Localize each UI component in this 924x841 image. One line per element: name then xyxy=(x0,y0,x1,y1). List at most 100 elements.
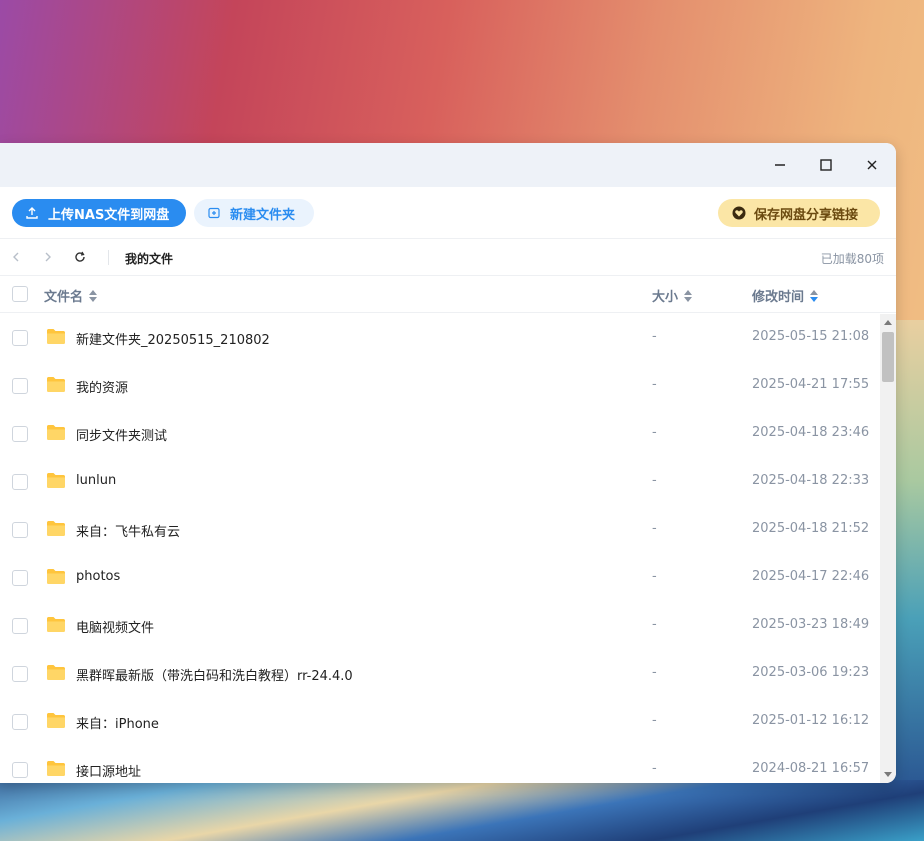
file-modified: 2025-03-23 18:49 xyxy=(752,617,870,632)
column-size-label: 大小 xyxy=(652,290,679,305)
file-row[interactable]: 我的资源 - 2025-04-21 17:55 xyxy=(0,362,880,410)
file-modified: 2025-04-21 17:55 xyxy=(752,377,870,392)
column-modified-label: 修改时间 xyxy=(752,290,805,305)
file-name: 来自：iPhone xyxy=(76,717,159,732)
file-modified: 2025-05-15 21:08 xyxy=(752,329,870,344)
file-row[interactable]: 黑群晖最新版（带洗白码和洗白教程）rr-24.4.0 - 2025-03-06 … xyxy=(0,650,880,698)
breadcrumb[interactable]: 我的文件 xyxy=(125,250,173,267)
file-name: lunlun xyxy=(76,473,117,488)
folder-icon xyxy=(47,425,65,440)
sort-desc-icon xyxy=(810,289,819,302)
file-size: - xyxy=(652,713,657,728)
scroll-down-arrow[interactable] xyxy=(884,772,892,777)
file-row[interactable]: 电脑视频文件 - 2025-03-23 18:49 xyxy=(0,602,880,650)
file-name: 新建文件夹_20250515_210802 xyxy=(76,333,270,348)
toolbar: 上传NAS文件到网盘 新建文件夹 保存网盘分享链接 xyxy=(0,187,896,239)
file-name: 来自：飞牛私有云 xyxy=(76,525,181,540)
file-row[interactable]: 同步文件夹测试 - 2025-04-18 23:46 xyxy=(0,410,880,458)
file-row[interactable]: 来自：iPhone - 2025-01-12 16:12 xyxy=(0,698,880,746)
forward-button[interactable] xyxy=(39,248,57,266)
column-header-size[interactable]: 大小 xyxy=(652,286,693,305)
folder-icon xyxy=(47,761,65,776)
refresh-button[interactable] xyxy=(71,248,89,266)
row-checkbox[interactable] xyxy=(12,378,28,394)
file-modified: 2025-04-18 21:52 xyxy=(752,521,870,536)
back-button[interactable] xyxy=(7,248,25,266)
close-icon xyxy=(867,160,877,170)
folder-icon xyxy=(47,569,65,584)
save-share-link-label: 保存网盘分享链接 xyxy=(754,207,859,223)
file-modified: 2025-01-12 16:12 xyxy=(752,713,870,728)
add-folder-icon xyxy=(208,207,220,219)
file-name: 黑群晖最新版（带洗白码和洗白教程）rr-24.4.0 xyxy=(76,669,353,684)
file-name: photos xyxy=(76,569,121,584)
row-checkbox[interactable] xyxy=(12,666,28,682)
file-size: - xyxy=(652,473,657,488)
heart-shield-icon xyxy=(732,206,746,220)
column-header-name[interactable]: 文件名 xyxy=(44,286,98,305)
scroll-thumb[interactable] xyxy=(882,332,894,382)
row-checkbox[interactable] xyxy=(12,474,28,490)
file-list-header: 文件名 大小 修改时间 xyxy=(0,276,896,313)
folder-icon xyxy=(47,713,65,728)
file-size: - xyxy=(652,521,657,536)
chevron-right-icon xyxy=(45,252,51,262)
new-folder-button[interactable]: 新建文件夹 xyxy=(194,199,314,227)
minimize-button[interactable] xyxy=(764,151,796,179)
upload-icon xyxy=(26,207,38,219)
row-checkbox[interactable] xyxy=(12,714,28,730)
row-checkbox[interactable] xyxy=(12,426,28,442)
file-name: 我的资源 xyxy=(76,381,129,396)
file-modified: 2025-04-17 22:46 xyxy=(752,569,870,584)
navigation-bar: 我的文件 已加载80项 xyxy=(0,239,896,276)
file-modified: 2025-04-18 23:46 xyxy=(752,425,870,440)
upload-nas-button[interactable]: 上传NAS文件到网盘 xyxy=(12,199,186,227)
refresh-icon xyxy=(75,251,85,262)
file-list: 新建文件夹_20250515_210802 - 2025-05-15 21:08… xyxy=(0,314,880,783)
folder-icon xyxy=(47,665,65,680)
file-size: - xyxy=(652,425,657,440)
file-modified: 2024-08-21 16:57 xyxy=(752,761,870,776)
column-name-label: 文件名 xyxy=(44,290,84,305)
file-size: - xyxy=(652,569,657,584)
row-checkbox[interactable] xyxy=(12,330,28,346)
file-row[interactable]: photos - 2025-04-17 22:46 xyxy=(0,554,880,602)
file-manager-window: 上传NAS文件到网盘 新建文件夹 保存网盘分享链接 我的文件 已加载80项 文件… xyxy=(0,143,896,783)
select-all-checkbox[interactable] xyxy=(12,286,28,302)
title-bar xyxy=(0,143,896,187)
minimize-icon xyxy=(775,164,785,166)
sort-icon xyxy=(89,289,98,302)
file-row[interactable]: 接口源地址 - 2024-08-21 16:57 xyxy=(0,746,880,783)
file-size: - xyxy=(652,617,657,632)
file-name: 同步文件夹测试 xyxy=(76,429,168,444)
folder-icon xyxy=(47,377,65,392)
folder-icon xyxy=(47,617,65,632)
row-checkbox[interactable] xyxy=(12,618,28,634)
file-name: 电脑视频文件 xyxy=(76,621,155,636)
row-checkbox[interactable] xyxy=(12,522,28,538)
upload-nas-label: 上传NAS文件到网盘 xyxy=(48,207,170,223)
row-checkbox[interactable] xyxy=(12,570,28,586)
nav-divider xyxy=(108,250,109,265)
file-modified: 2025-03-06 19:23 xyxy=(752,665,870,680)
file-size: - xyxy=(652,377,657,392)
file-row[interactable]: 新建文件夹_20250515_210802 - 2025-05-15 21:08 xyxy=(0,314,880,362)
maximize-button[interactable] xyxy=(810,151,842,179)
loaded-count: 已加载80项 xyxy=(820,252,884,266)
file-modified: 2025-04-18 22:33 xyxy=(752,473,870,488)
new-folder-label: 新建文件夹 xyxy=(230,207,296,223)
scrollbar[interactable] xyxy=(880,314,896,783)
row-checkbox[interactable] xyxy=(12,762,28,778)
file-size: - xyxy=(652,665,657,680)
column-header-modified[interactable]: 修改时间 xyxy=(752,286,819,305)
folder-icon xyxy=(47,329,65,344)
close-button[interactable] xyxy=(856,151,888,179)
file-row[interactable]: 来自：飞牛私有云 - 2025-04-18 21:52 xyxy=(0,506,880,554)
file-row[interactable]: lunlun - 2025-04-18 22:33 xyxy=(0,458,880,506)
save-share-link-button[interactable]: 保存网盘分享链接 xyxy=(718,199,880,227)
file-size: - xyxy=(652,761,657,776)
sort-icon xyxy=(684,289,693,302)
folder-icon xyxy=(47,473,65,488)
scroll-up-arrow[interactable] xyxy=(884,320,892,325)
folder-icon xyxy=(47,521,65,536)
